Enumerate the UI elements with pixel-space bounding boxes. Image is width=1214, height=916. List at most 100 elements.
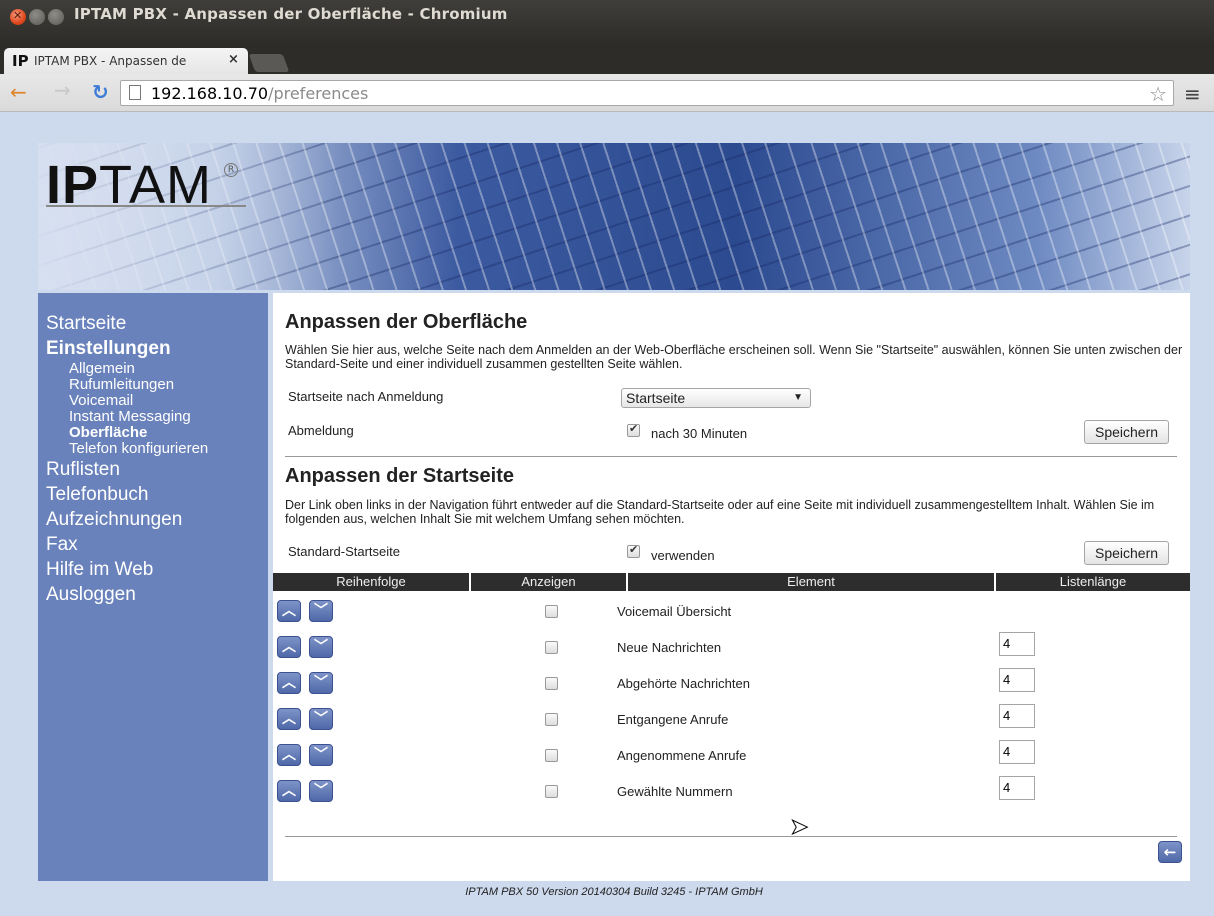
window-maximize-button[interactable] — [48, 9, 64, 25]
url-host: 192.168.10.70 — [151, 84, 269, 103]
section-description-oberflaeche: Wählen Sie hier aus, welche Seite nach d… — [285, 343, 1183, 371]
column-header-listenlaenge: Listenlänge — [1059, 574, 1127, 589]
footer-version: IPTAM PBX 50 Version 20140304 Build 3245… — [465, 886, 763, 898]
title-bar: IPTAM PBX - Anpassen der Oberfläche - Ch… — [0, 0, 1214, 44]
sidebar-item-einstellungen[interactable]: Einstellungen — [46, 336, 268, 361]
column-header-reihenfolge: Reihenfolge — [273, 573, 471, 591]
list-length-input[interactable]: 4 — [999, 740, 1035, 764]
section-description-startseite: Der Link oben links in der Navigation fü… — [285, 498, 1155, 526]
move-up-button[interactable]: ︿ — [277, 708, 301, 730]
section-heading-startseite: Anpassen der Startseite — [285, 465, 514, 487]
page-back-button[interactable]: ← — [1158, 841, 1182, 863]
start-page-label: Startseite nach Anmeldung — [288, 389, 444, 404]
browser-menu-icon[interactable]: ≡ — [1184, 82, 1201, 106]
page-icon — [129, 85, 141, 100]
browser-toolbar: ← → ↻ 192.168.10.70/preferences ☆ — [0, 74, 1214, 112]
move-up-button[interactable]: ︿ — [277, 600, 301, 622]
sidebar-item-startseite[interactable]: Startseite — [46, 311, 268, 336]
show-checkbox[interactable] — [545, 677, 558, 690]
move-down-button[interactable]: ﹀ — [309, 636, 333, 658]
table-header: Reihenfolge Anzeigen Element Listenlänge — [273, 573, 1190, 591]
move-up-button[interactable]: ︿ — [277, 672, 301, 694]
bookmark-star-icon[interactable]: ☆ — [1149, 82, 1167, 106]
table-row: ︿ ﹀ Voicemail Übersicht — [273, 600, 1190, 636]
table-row: ︿ ﹀ Entgangene Anrufe 4 — [273, 704, 1190, 744]
element-label: Entgangene Anrufe — [617, 712, 729, 727]
element-label: Abgehörte Nachrichten — [617, 676, 750, 691]
element-label: Voicemail Übersicht — [617, 604, 732, 619]
logo-underline — [46, 205, 246, 207]
list-length-input[interactable]: 4 — [999, 632, 1035, 656]
logout-label: Abmeldung — [288, 423, 354, 438]
dropdown-arrow-icon: ▼ — [793, 392, 803, 403]
section-heading-oberflaeche: Anpassen der Oberfläche — [285, 311, 528, 333]
sidebar-item-hilfe-im-web[interactable]: Hilfe im Web — [46, 557, 268, 582]
move-down-button[interactable]: ﹀ — [309, 780, 333, 802]
move-down-button[interactable]: ﹀ — [309, 708, 333, 730]
table-row: ︿ ﹀ Abgehörte Nachrichten 4 — [273, 668, 1190, 708]
standard-startpage-checkbox[interactable] — [627, 543, 640, 558]
header-banner: IPTAM R — [38, 143, 1190, 290]
list-length-input[interactable]: 4 — [999, 776, 1035, 800]
new-tab-button[interactable] — [248, 54, 290, 72]
sidebar-item-fax[interactable]: Fax — [46, 532, 268, 557]
sidebar-item-aufzeichnungen[interactable]: Aufzeichnungen — [46, 507, 268, 532]
move-down-button[interactable]: ﹀ — [309, 672, 333, 694]
start-page-select[interactable]: Startseite ▼ — [621, 388, 811, 408]
start-page-select-value: Startseite — [626, 390, 686, 406]
table-row: ︿ ﹀ Neue Nachrichten 4 — [273, 632, 1190, 672]
sidebar-item-oberflaeche[interactable]: Oberfläche — [46, 425, 268, 441]
window-title: IPTAM PBX - Anpassen der Oberfläche - Ch… — [74, 5, 508, 23]
column-header-element: Element — [628, 573, 996, 591]
move-up-button[interactable]: ︿ — [277, 744, 301, 766]
column-header-anzeigen: Anzeigen — [471, 573, 628, 591]
standard-startpage-label: Standard-Startseite — [288, 544, 401, 559]
move-up-button[interactable]: ︿ — [277, 780, 301, 802]
element-label: Angenommene Anrufe — [617, 748, 747, 763]
sidebar-item-telefon-konfigurieren[interactable]: Telefon konfigurieren — [46, 441, 268, 457]
sidebar-item-ruflisten[interactable]: Ruflisten — [46, 457, 268, 482]
tab-active[interactable]: IP IPTAM PBX - Anpassen de × — [4, 48, 248, 74]
element-label: Neue Nachrichten — [617, 640, 722, 655]
save-button-startseite[interactable]: Speichern — [1084, 541, 1170, 565]
list-length-input[interactable]: 4 — [999, 668, 1035, 692]
forward-arrow-icon[interactable]: → — [54, 80, 71, 100]
move-up-button[interactable]: ︿ — [277, 636, 301, 658]
tab-strip: IP IPTAM PBX - Anpassen de × — [0, 44, 1214, 74]
sidebar-item-ausloggen[interactable]: Ausloggen — [46, 582, 268, 607]
sidebar-item-telefonbuch[interactable]: Telefonbuch — [46, 482, 268, 507]
move-down-button[interactable]: ﹀ — [309, 744, 333, 766]
show-checkbox[interactable] — [545, 749, 558, 762]
move-down-button[interactable]: ﹀ — [309, 600, 333, 622]
show-checkbox[interactable] — [545, 605, 558, 618]
favicon-icon: IP — [12, 52, 29, 70]
window-close-button[interactable] — [10, 9, 26, 25]
list-length-input[interactable]: 4 — [999, 704, 1035, 728]
window-minimize-button[interactable] — [29, 9, 45, 25]
show-checkbox[interactable] — [545, 641, 558, 654]
main-content: Anpassen der Oberfläche Wählen Sie hier … — [273, 293, 1190, 881]
sidebar-item-instant-messaging[interactable]: Instant Messaging — [46, 409, 268, 425]
sidebar-item-voicemail[interactable]: Voicemail — [46, 393, 268, 409]
registered-mark-icon: R — [224, 163, 238, 177]
sidebar-navigation: Startseite Einstellungen Allgemein Rufum… — [38, 293, 268, 881]
address-bar[interactable]: 192.168.10.70/preferences ☆ — [120, 80, 1174, 106]
url-text: 192.168.10.70/preferences — [151, 84, 368, 103]
element-label: Gewählte Nummern — [617, 784, 733, 799]
divider — [285, 836, 1177, 837]
standard-startpage-value: verwenden — [651, 548, 715, 563]
divider — [285, 456, 1177, 457]
show-checkbox[interactable] — [545, 785, 558, 798]
sidebar-item-allgemein[interactable]: Allgemein — [46, 361, 268, 377]
reload-icon[interactable]: ↻ — [92, 82, 109, 102]
url-path: /preferences — [268, 84, 369, 103]
logout-checkbox[interactable] — [627, 422, 640, 437]
back-arrow-icon[interactable]: ← — [10, 82, 27, 102]
tab-close-icon[interactable]: × — [228, 52, 239, 67]
show-checkbox[interactable] — [545, 713, 558, 726]
sidebar-item-rufumleitungen[interactable]: Rufumleitungen — [46, 377, 268, 393]
mouse-cursor-icon: ➤ — [789, 815, 809, 841]
save-button-oberflaeche[interactable]: Speichern — [1084, 420, 1170, 444]
table-row: ︿ ﹀ Angenommene Anrufe 4 — [273, 740, 1190, 780]
tab-title: IPTAM PBX - Anpassen de — [34, 54, 187, 68]
